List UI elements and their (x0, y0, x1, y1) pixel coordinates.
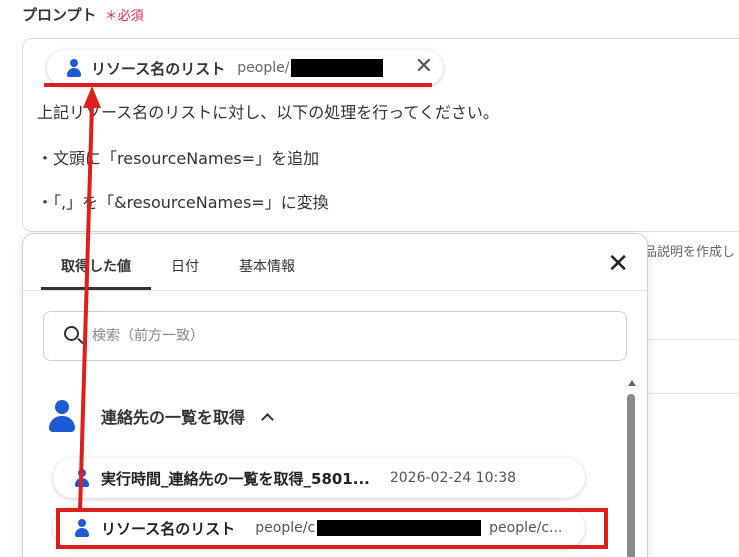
highlight-arrow (78, 86, 101, 513)
